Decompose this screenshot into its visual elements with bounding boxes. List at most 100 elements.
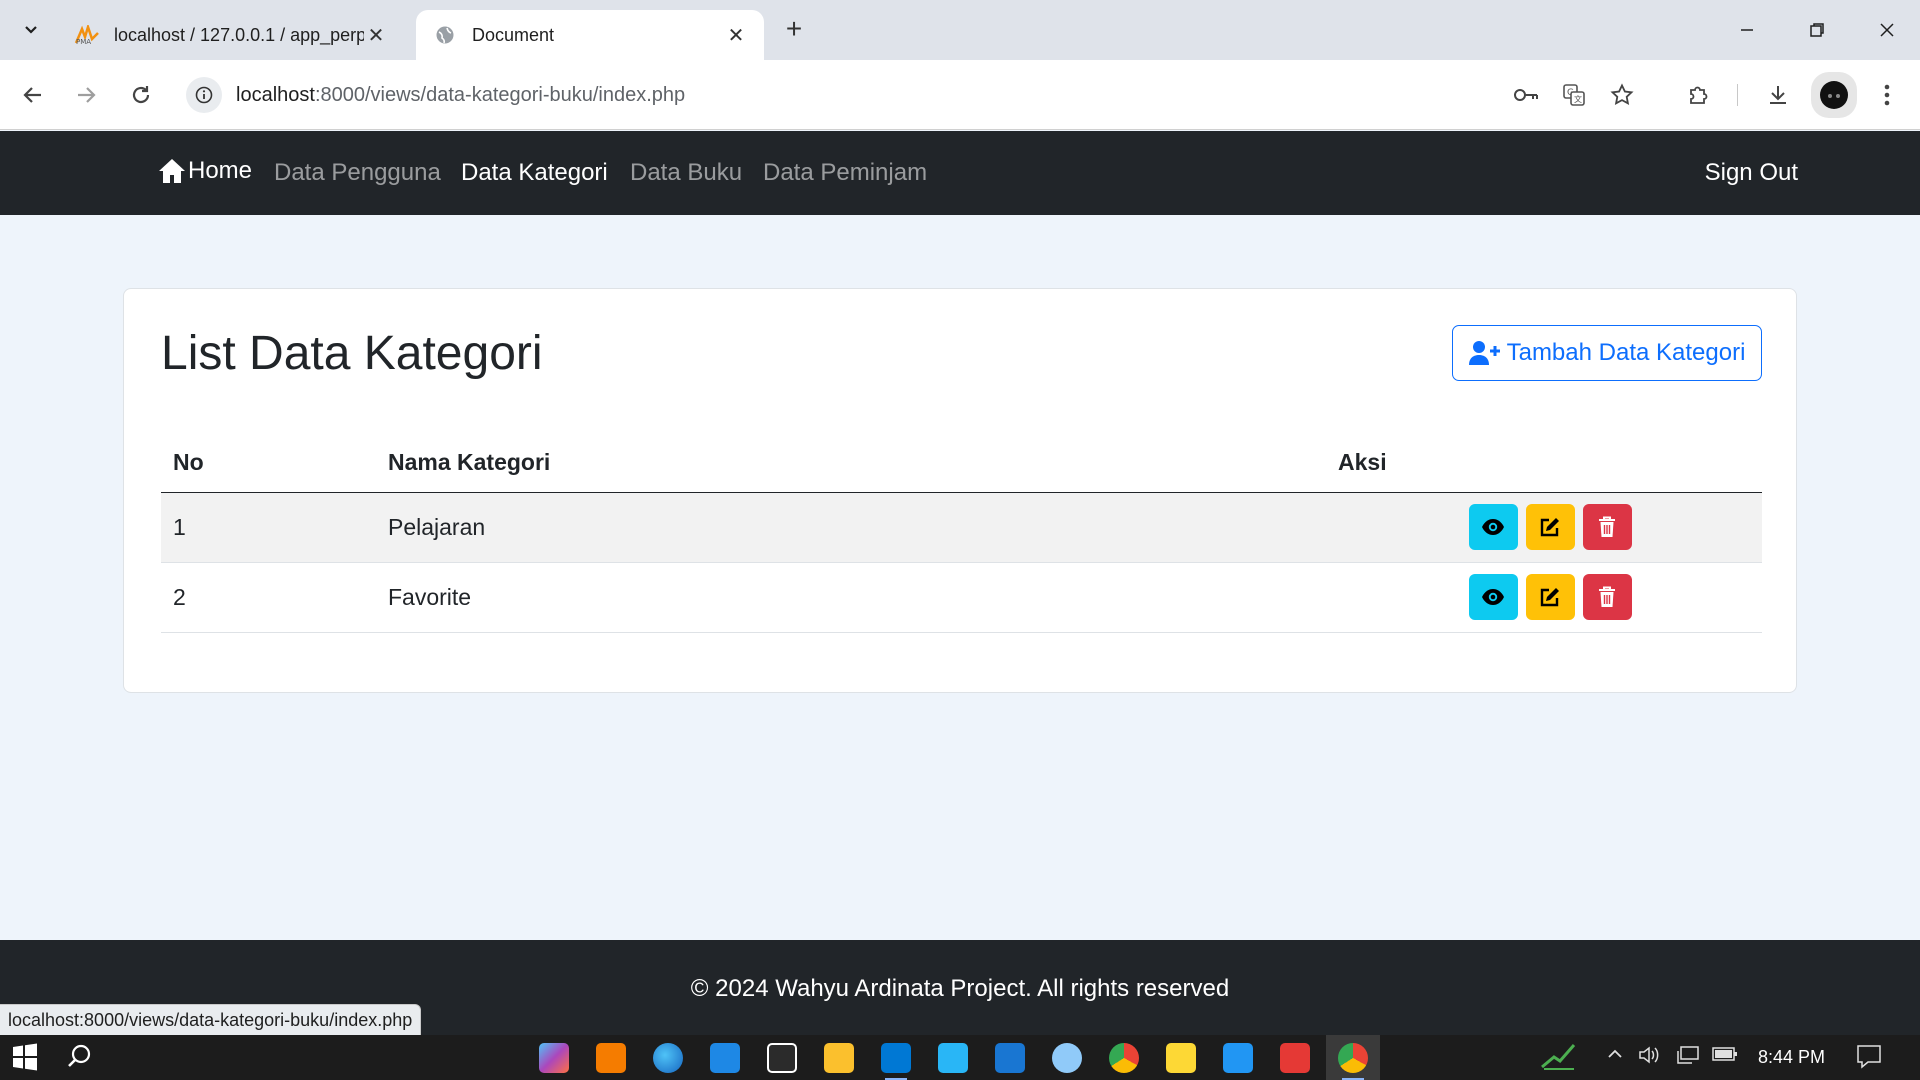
cell-no: 1 bbox=[161, 492, 388, 563]
edit-icon bbox=[1540, 518, 1559, 537]
edit-icon bbox=[1540, 588, 1559, 607]
close-icon bbox=[1880, 23, 1894, 37]
site-navbar: Home Data Pengguna Data Kategori Data Bu… bbox=[0, 131, 1920, 215]
action-group bbox=[1338, 574, 1762, 620]
cell-actions bbox=[1338, 562, 1762, 633]
filezilla-icon[interactable] bbox=[710, 1043, 740, 1073]
edit-button[interactable] bbox=[1525, 574, 1575, 620]
eye-icon bbox=[1482, 589, 1504, 605]
view-button[interactable] bbox=[1468, 504, 1518, 550]
browser-menu-icon[interactable] bbox=[1869, 77, 1905, 113]
action-group bbox=[1338, 504, 1762, 550]
volume-icon[interactable] bbox=[1638, 1045, 1660, 1070]
network-graph-icon[interactable] bbox=[1540, 1041, 1576, 1076]
taskbar-search-button[interactable] bbox=[66, 1042, 98, 1074]
profile-avatar[interactable] bbox=[1811, 72, 1857, 118]
cell-name: Favorite bbox=[388, 562, 1338, 633]
column-header-action: Aksi bbox=[1338, 434, 1762, 493]
browser-tab-phpmyadmin[interactable]: PMA localhost / 127.0.0.1 / app_perp ✕ bbox=[58, 10, 404, 60]
edit-button[interactable] bbox=[1525, 504, 1575, 550]
extensions-icon[interactable] bbox=[1681, 77, 1717, 113]
tab-title: Document bbox=[472, 24, 555, 45]
address-bar[interactable]: localhost:8000/views/data-kategori-buku/… bbox=[186, 71, 1506, 119]
new-tab-button[interactable]: + bbox=[778, 14, 810, 46]
window-close-button[interactable] bbox=[1854, 0, 1920, 60]
site-info-icon[interactable] bbox=[186, 77, 222, 113]
reload-button[interactable] bbox=[123, 77, 159, 113]
battery-icon[interactable] bbox=[1712, 1045, 1738, 1068]
cell-name: Pelajaran bbox=[388, 492, 1338, 563]
chrome-icon[interactable] bbox=[1109, 1043, 1139, 1073]
close-icon[interactable]: ✕ bbox=[364, 23, 388, 47]
link-hover-status: localhost:8000/views/data-kategori-buku/… bbox=[0, 1004, 422, 1036]
eye-icon bbox=[1482, 519, 1504, 535]
sign-out-link[interactable]: Sign Out bbox=[1705, 159, 1798, 187]
cell-actions bbox=[1338, 492, 1762, 563]
trash-icon bbox=[1599, 586, 1615, 607]
chevron-up-icon[interactable] bbox=[1606, 1045, 1624, 1068]
arrow-right-icon bbox=[78, 87, 96, 103]
forward-button[interactable] bbox=[68, 77, 104, 113]
phpmyadmin-icon: PMA bbox=[74, 24, 100, 46]
b-app-icon[interactable] bbox=[1166, 1043, 1196, 1073]
footer-copyright: © 2024 Wahyu Ardinata Project. All right… bbox=[690, 975, 1230, 1002]
category-list-card: List Data Kategori Tambah Data Kategori … bbox=[123, 288, 1797, 693]
file-explorer-icon[interactable] bbox=[824, 1043, 854, 1073]
windows-start-button[interactable] bbox=[10, 1042, 42, 1074]
nav-home-link[interactable]: Home bbox=[158, 157, 252, 185]
category-table: No Nama Kategori Aksi 1 Pelajaran 2 Favo… bbox=[161, 434, 1762, 633]
delete-button[interactable] bbox=[1582, 574, 1632, 620]
windows-taskbar: 8:44 PM bbox=[0, 1035, 1920, 1080]
column-header-no: No bbox=[161, 434, 388, 493]
password-key-icon[interactable] bbox=[1508, 77, 1544, 113]
nav-link-data-kategori[interactable]: Data Kategori bbox=[461, 159, 608, 187]
toolbar-separator bbox=[1737, 84, 1738, 106]
bookmark-star-icon[interactable] bbox=[1604, 77, 1640, 113]
photos-app-icon[interactable] bbox=[938, 1043, 968, 1073]
svg-text:文: 文 bbox=[1574, 94, 1582, 104]
table-header-row: No Nama Kategori Aksi bbox=[161, 434, 1762, 493]
arrow-left-icon bbox=[23, 87, 41, 103]
add-category-button[interactable]: Tambah Data Kategori bbox=[1452, 325, 1762, 381]
browser-tab-bar: PMA localhost / 127.0.0.1 / app_perp ✕ D… bbox=[0, 0, 1920, 60]
globe-icon bbox=[432, 24, 458, 46]
column-header-name: Nama Kategori bbox=[388, 434, 1338, 493]
minimize-icon bbox=[1741, 29, 1753, 31]
view-button[interactable] bbox=[1468, 574, 1518, 620]
restore-button[interactable] bbox=[1784, 0, 1850, 60]
media-play-icon[interactable] bbox=[1223, 1043, 1253, 1073]
taskbar-clock[interactable]: 8:44 PM bbox=[1758, 1047, 1825, 1068]
url-host: localhost bbox=[236, 83, 315, 106]
browser-tab-document[interactable]: Document ✕ bbox=[416, 10, 764, 60]
add-category-label: Tambah Data Kategori bbox=[1506, 339, 1746, 366]
chrome-active-icon[interactable] bbox=[1338, 1043, 1368, 1080]
table-row: 2 Favorite bbox=[161, 562, 1762, 633]
nav-link-data-pengguna[interactable]: Data Pengguna bbox=[274, 159, 441, 187]
wps-office-icon[interactable] bbox=[1280, 1043, 1310, 1073]
network-icon[interactable] bbox=[1676, 1045, 1700, 1070]
user-plus-icon bbox=[1468, 341, 1500, 365]
tab-title: localhost / 127.0.0.1 / app_perp bbox=[114, 24, 364, 45]
tab-search-button[interactable] bbox=[14, 12, 48, 46]
restore-icon bbox=[1810, 23, 1824, 37]
close-icon[interactable]: ✕ bbox=[724, 23, 748, 47]
copilot-icon[interactable] bbox=[539, 1043, 569, 1073]
svg-text:PMA: PMA bbox=[76, 38, 91, 45]
nav-link-data-peminjam[interactable]: Data Peminjam bbox=[763, 159, 927, 187]
xampp-icon[interactable] bbox=[596, 1043, 626, 1073]
terminal-app-icon[interactable] bbox=[767, 1043, 797, 1073]
minimize-button[interactable] bbox=[1714, 0, 1780, 60]
back-button[interactable] bbox=[15, 77, 51, 113]
notification-center-icon[interactable] bbox=[1856, 1043, 1882, 1074]
vscode-icon[interactable] bbox=[881, 1043, 911, 1080]
downloads-icon[interactable] bbox=[1760, 77, 1796, 113]
bird-app-icon[interactable] bbox=[1052, 1043, 1082, 1073]
trash-icon bbox=[1599, 516, 1615, 537]
store-app-icon[interactable] bbox=[995, 1043, 1025, 1073]
translate-icon[interactable]: G文 bbox=[1556, 77, 1592, 113]
cell-no: 2 bbox=[161, 562, 388, 633]
search-icon bbox=[68, 1044, 91, 1067]
edge-browser-icon[interactable] bbox=[653, 1043, 683, 1073]
delete-button[interactable] bbox=[1582, 504, 1632, 550]
nav-link-data-buku[interactable]: Data Buku bbox=[630, 159, 742, 187]
